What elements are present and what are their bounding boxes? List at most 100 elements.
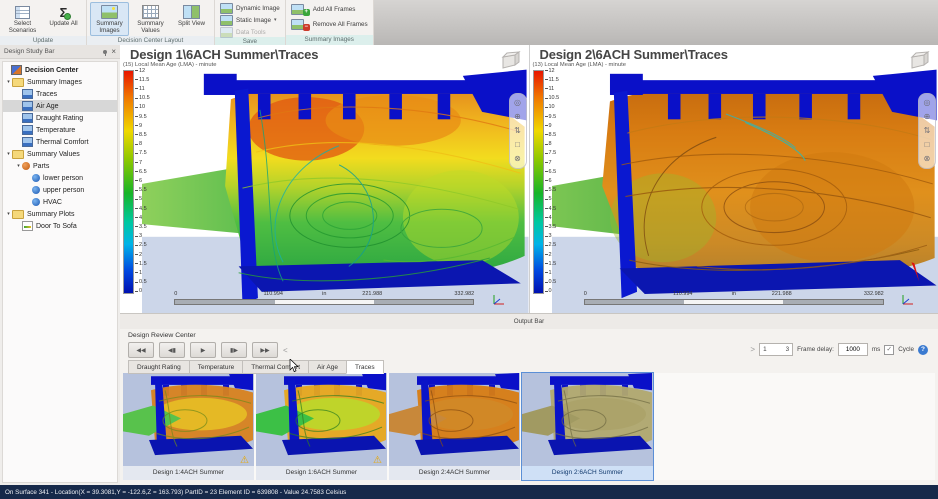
thumbnail-label: Design 2:4ACH Summer	[389, 466, 520, 480]
tree-item-decision-center[interactable]: Decision Center	[3, 64, 117, 76]
tree-item-hvac[interactable]: HVAC	[3, 196, 117, 208]
select-scenarios-button[interactable]: Select Scenarios	[3, 2, 42, 36]
frame-controls: > 1 3 Frame delay: ms ✓ Cycle ?	[750, 343, 928, 356]
tab-draught-rating[interactable]: Draught Rating	[128, 360, 189, 374]
ribbon-group-label-frames: Summary Images	[286, 35, 373, 45]
pan-icon[interactable]: ⊕	[514, 113, 521, 121]
tree-item-label: Traces	[36, 91, 57, 98]
tree-item-door-to-sofa[interactable]: Door To Sofa	[3, 220, 117, 232]
tree-item-draught-rating[interactable]: Draught Rating	[3, 112, 117, 124]
orbit-icon[interactable]: ◎	[514, 99, 521, 107]
zoom-icon[interactable]: ⇅	[924, 127, 931, 135]
frame-delay-input[interactable]	[838, 343, 868, 356]
design-review-center-panel: Design Review Center ◀◀◀▮▶▮▶▶▶ < > 1 3 F…	[120, 329, 938, 485]
tree-item-icon	[32, 198, 40, 206]
viewport-title: Design 1\6ACH Summer\Traces	[130, 47, 318, 62]
legend-tick: 5.5	[135, 188, 150, 193]
thumbnail-image[interactable]: ⚠	[256, 373, 387, 466]
orbit-icon[interactable]: ◎	[924, 99, 931, 107]
cycle-checkbox[interactable]: ✓	[884, 345, 894, 355]
legend-tick: 7.5	[545, 151, 560, 156]
sigma-icon	[60, 5, 68, 19]
ribbon-group-save: Dynamic Image Static Image ▾ Data Tools …	[215, 0, 286, 45]
view-cube[interactable]	[497, 50, 523, 74]
zoom-icon[interactable]: ⇅	[514, 127, 521, 135]
summary-image-tabs: Draught RatingTemperatureThermal Comfort…	[128, 360, 384, 374]
legend-tick: 7	[135, 160, 150, 165]
chevron-down-icon[interactable]: ▾	[274, 17, 277, 23]
playback-step-back-button[interactable]: ◀▮	[159, 342, 185, 358]
tree-item-parts[interactable]: ▾ Parts	[3, 160, 117, 172]
legend-tick: 9	[545, 123, 560, 128]
expand-chevron-icon: ▾	[5, 79, 12, 85]
tree-item-summary-plots[interactable]: ▾ Summary Plots	[3, 208, 117, 220]
tree-item-traces[interactable]: Traces	[3, 88, 117, 100]
tab-temperature[interactable]: Temperature	[189, 360, 243, 374]
expand-chevron-icon: ▾	[5, 211, 12, 217]
output-bar[interactable]: Output Bar	[120, 313, 938, 330]
tab-thermal-comfort[interactable]: Thermal Comfort	[242, 360, 308, 374]
steering-wheel-icon[interactable]: ⊗	[514, 155, 521, 163]
tab-air-age[interactable]: Air Age	[308, 360, 346, 374]
tree-item-air-age[interactable]: Air Age	[3, 100, 117, 112]
add-all-frames-button[interactable]: Add All Frames	[289, 3, 358, 16]
thumbnail-image[interactable]	[522, 373, 653, 466]
steering-wheel-icon[interactable]: ⊗	[924, 155, 931, 163]
playback-play-button[interactable]: ▶	[190, 342, 216, 358]
update-all-button[interactable]: Update All	[44, 2, 83, 36]
tree-item-icon	[32, 186, 40, 194]
thumbnail-design-2-6ach-summer[interactable]: Design 2:6ACH Summer	[522, 373, 653, 480]
thumbnail-image[interactable]: ⚠	[123, 373, 254, 466]
split-view-button[interactable]: Split View	[172, 2, 211, 36]
tree-item-label: lower person	[43, 175, 83, 182]
legend-tick: 7.5	[135, 151, 150, 156]
playback-controls: ◀◀ ◀▮ ▶ ▮▶ ▶▶ <	[128, 342, 288, 358]
legend-tick: 8.5	[545, 132, 560, 137]
thumbnail-label: Design 2:6ACH Summer	[522, 466, 653, 480]
frame-delay-unit: ms	[872, 346, 880, 353]
legend-tick: 9.5	[545, 114, 560, 119]
pin-icon[interactable]	[103, 50, 107, 54]
ribbon-group-update: Select Scenarios Update All Update	[0, 0, 87, 45]
tab-traces[interactable]: Traces	[346, 360, 384, 374]
help-icon[interactable]: ?	[918, 345, 928, 355]
thumbnail-design-1-4ach-summer[interactable]: ⚠ Design 1:4ACH Summer	[123, 373, 254, 480]
box-zoom-icon[interactable]: □	[925, 141, 930, 149]
remove-all-frames-button[interactable]: Remove All Frames	[289, 18, 370, 31]
legend-tick: 1	[135, 270, 150, 275]
legend-tick: 12	[545, 68, 560, 73]
legend-tick: 0.5	[135, 280, 150, 285]
summary-images-button[interactable]: Summary Images	[90, 2, 129, 36]
playback-last-button[interactable]: ▶▶	[252, 342, 278, 358]
scroll-right-icon[interactable]: >	[750, 345, 755, 354]
scale-bar: 0 110.994 in 221.988 332.982	[174, 291, 474, 305]
playback-step-forward-button[interactable]: ▮▶	[221, 342, 247, 358]
thumbnail-image[interactable]	[389, 373, 520, 466]
dynamic-image-button[interactable]: Dynamic Image	[218, 3, 282, 13]
box-zoom-icon[interactable]: □	[515, 141, 520, 149]
summary-values-button[interactable]: Summary Values	[131, 2, 170, 36]
thumbnail-design-1-6ach-summer[interactable]: ⚠ Design 1:6ACH Summer	[256, 373, 387, 480]
tree-item-thermal-comfort[interactable]: Thermal Comfort	[3, 136, 117, 148]
thumbnail-design-2-4ach-summer[interactable]: Design 2:4ACH Summer	[389, 373, 520, 480]
expand-chevron-icon: ▾	[5, 151, 12, 157]
tree-item-temperature[interactable]: Temperature	[3, 124, 117, 136]
legend-tick: 3	[135, 234, 150, 239]
legend-tick: 12	[135, 68, 150, 73]
close-icon[interactable]: ×	[111, 48, 116, 56]
tree-item-lower-person[interactable]: lower person	[3, 172, 117, 184]
scroll-left-icon[interactable]: <	[283, 346, 288, 355]
tree-item-summary-images[interactable]: ▾ Summary Images	[3, 76, 117, 88]
pan-icon[interactable]: ⊕	[924, 113, 931, 121]
static-image-button[interactable]: Static Image ▾	[218, 15, 279, 25]
tree-item-upper-person[interactable]: upper person	[3, 184, 117, 196]
legend-tick: 11.5	[545, 77, 560, 82]
legend-tick: 5	[545, 197, 560, 202]
playback-first-button[interactable]: ◀◀	[128, 342, 154, 358]
remove-frames-icon	[291, 19, 304, 30]
frame-counter: 1 3	[759, 343, 793, 356]
tree-item-summary-values[interactable]: ▾ Summary Values	[3, 148, 117, 160]
axis-triad-icon	[491, 293, 507, 307]
view-cube[interactable]	[906, 50, 932, 74]
dynamic-image-icon	[220, 3, 233, 14]
